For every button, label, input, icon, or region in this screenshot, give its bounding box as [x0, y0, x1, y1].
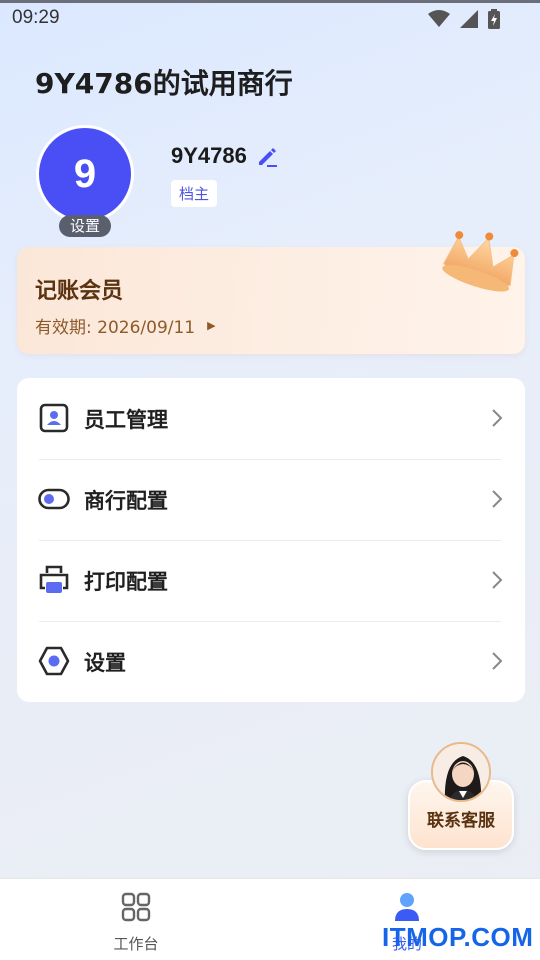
chevron-right-icon: [492, 409, 503, 427]
avatar-letter: 9: [73, 151, 97, 196]
customer-service-label: 联系客服: [427, 811, 495, 831]
edit-pencil-icon[interactable]: [256, 146, 278, 168]
hexagon-settings-icon: [38, 646, 70, 676]
tab-label: 工作台: [113, 935, 159, 953]
grid-icon: [121, 892, 151, 922]
crown-icon: [442, 231, 519, 292]
menu-item-shop-config[interactable]: 商行配置: [17, 459, 525, 540]
status-time: 09:29: [12, 7, 60, 28]
person-icon: [395, 893, 419, 921]
cell-signal-icon: [460, 10, 478, 28]
avatar[interactable]: 9: [36, 125, 134, 223]
wifi-icon: [428, 10, 450, 27]
chevron-right-icon: [492, 571, 503, 589]
customer-service-avatar: [431, 742, 491, 802]
menu-card: 员工管理 商行配置 打印配置 设置: [17, 378, 525, 702]
username: 9Y4786: [171, 143, 247, 168]
menu-label: 商行配置: [84, 489, 168, 513]
tab-workbench[interactable]: 工作台: [86, 891, 186, 954]
menu-item-staff-management[interactable]: 员工管理: [17, 378, 525, 459]
status-icons: [428, 9, 500, 29]
shop-title: 9Y4786的试用商行: [35, 67, 293, 100]
membership-expire: 有效期: 2026/09/11 ▶: [35, 313, 216, 338]
watermark: ITMOP.COM: [382, 922, 534, 952]
status-bar: 09:29: [0, 3, 540, 33]
printer-icon: [39, 565, 69, 593]
toggle-icon: [38, 488, 70, 510]
membership-card[interactable]: 记账会员 有效期: 2026/09/11 ▶: [17, 231, 525, 354]
menu-label: 员工管理: [84, 408, 168, 432]
membership-expire-text: 有效期: 2026/09/11: [35, 318, 196, 338]
play-arrow-icon: ▶: [207, 319, 216, 332]
avatar-settings-badge[interactable]: 设置: [59, 215, 111, 237]
menu-label: 设置: [84, 651, 126, 675]
menu-item-settings[interactable]: 设置: [17, 621, 525, 702]
membership-title: 记账会员: [35, 279, 124, 304]
staff-card-icon: [39, 403, 69, 433]
role-tag: 档主: [171, 180, 218, 207]
menu-item-print-config[interactable]: 打印配置: [17, 540, 525, 621]
menu-label: 打印配置: [84, 570, 168, 594]
chevron-right-icon: [492, 490, 503, 508]
battery-icon: [488, 9, 500, 29]
customer-service-button[interactable]: 联系客服: [408, 742, 514, 852]
chevron-right-icon: [492, 652, 503, 670]
